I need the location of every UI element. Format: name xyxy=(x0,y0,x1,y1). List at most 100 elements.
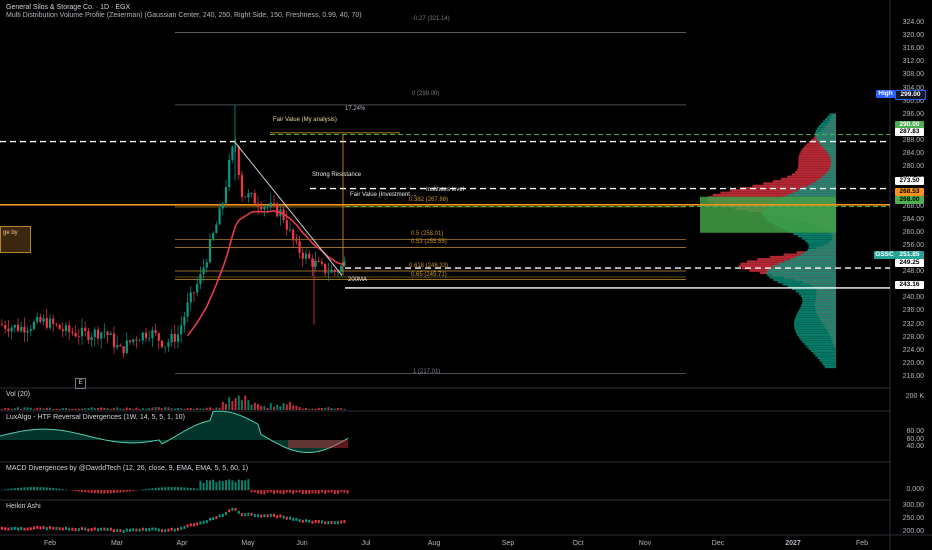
heikin-candle xyxy=(81,527,83,531)
symbol-tag: GSSC xyxy=(874,251,895,259)
heikin-candle xyxy=(148,528,151,532)
heikin-candle xyxy=(61,527,64,531)
heikin-candle xyxy=(234,507,237,511)
heikin-candle xyxy=(253,513,256,517)
candle-body xyxy=(192,292,196,294)
heikin-candle xyxy=(74,528,77,532)
volume-bar xyxy=(343,408,346,410)
volume-bar xyxy=(61,408,64,410)
candle-body xyxy=(112,333,116,348)
macd-bar xyxy=(333,490,336,494)
profile-bar-green xyxy=(798,336,836,339)
heikin-candle xyxy=(311,520,314,524)
time-axis-label: Aug xyxy=(427,540,441,547)
high-tag-value: 299.00 xyxy=(895,90,926,100)
macd-bar xyxy=(212,479,215,491)
ema-line xyxy=(186,210,345,337)
fibonacci-levels[interactable] xyxy=(175,32,686,375)
side-note-box[interactable]: ge by xyxy=(0,226,31,253)
heikin-candle xyxy=(250,512,253,516)
institutes-level-label[interactable]: Institutes level xyxy=(426,187,464,193)
profile-bar-green xyxy=(800,294,836,298)
volume-bar xyxy=(39,407,42,410)
heikin-candle xyxy=(93,527,96,531)
profile-bar-green xyxy=(773,265,836,268)
macd-pane-label[interactable]: MACD Divergences by @DavddTech (12, 26, … xyxy=(6,465,248,472)
level-273-tag: 273.50 xyxy=(895,177,924,185)
ma200-label[interactable]: 200MA xyxy=(348,277,367,283)
profile-bar-green xyxy=(802,301,836,304)
heikin-candle xyxy=(68,527,71,531)
heikin-candle xyxy=(119,529,122,533)
candle-body xyxy=(176,334,180,342)
luxalgo-pane-label[interactable]: LuxAlgo - HTF Reversal Divergences (1W, … xyxy=(6,414,185,421)
volume-bar xyxy=(212,408,215,410)
profile-bar-green xyxy=(796,313,836,316)
heikin-candle xyxy=(100,527,103,531)
profile-bar-green xyxy=(823,363,836,366)
candle-body xyxy=(224,187,228,204)
heikin-candle xyxy=(125,528,128,532)
volume-bar xyxy=(77,408,80,410)
macd-bar xyxy=(29,487,32,491)
heikin-candle xyxy=(343,520,346,524)
heikin-candle xyxy=(202,520,205,524)
macd-bar xyxy=(129,490,131,492)
macd-bar xyxy=(135,490,138,491)
volume-bar xyxy=(209,407,211,410)
strong-resistance-label[interactable]: Strong Resistance xyxy=(312,172,361,178)
macd-bar xyxy=(151,488,154,491)
earnings-marker[interactable]: E xyxy=(75,378,86,389)
candle-body xyxy=(29,329,32,331)
macd-bar xyxy=(260,490,263,495)
heikin-candle xyxy=(324,521,327,525)
heikin-axis-200: 200.00 xyxy=(902,528,924,535)
macd-bar xyxy=(109,490,112,494)
profile-bar-green xyxy=(830,157,836,160)
heikin-candle xyxy=(161,529,163,533)
profile-bar-green xyxy=(793,232,836,236)
price-axis-label: 236.00 xyxy=(902,307,924,315)
fair-value-mine-label[interactable]: Fair Value (My analysis) xyxy=(273,117,337,123)
heikin-pane-label[interactable]: Heikin Ashi xyxy=(6,503,41,510)
heikin-candle xyxy=(212,517,215,521)
volume-bar xyxy=(4,408,7,410)
volume-bar xyxy=(129,408,131,410)
indicator-title[interactable]: Multi Distribution Volume Profile (Zeiie… xyxy=(6,11,362,20)
heikin-candle xyxy=(13,526,16,530)
candle-body xyxy=(16,324,20,331)
fair-value-investment-label[interactable]: Fair Value (Investment ... xyxy=(350,192,417,198)
heikin-candle xyxy=(269,513,272,517)
candle-body xyxy=(42,318,45,322)
heikin-candle xyxy=(65,526,67,530)
profile-bar-green xyxy=(812,182,836,185)
heikin-candle xyxy=(29,527,32,531)
candle-body xyxy=(84,327,87,332)
fib-label-1: 1 (217.01) xyxy=(413,369,441,375)
price-axis-label: 220.00 xyxy=(902,359,924,367)
candle-body xyxy=(189,292,192,303)
chart-window[interactable]: General Silos & Storage Co. · 1D · EGX M… xyxy=(0,0,932,550)
candle-body xyxy=(199,274,202,285)
candle-body xyxy=(128,340,132,343)
volume-bar xyxy=(132,408,135,410)
profile-bar-green xyxy=(800,338,836,341)
heikin-candle xyxy=(221,513,224,517)
profile-bar-green xyxy=(802,340,836,343)
macd-bar xyxy=(113,490,115,493)
profile-bar-green xyxy=(808,244,836,247)
candle-body xyxy=(68,325,71,332)
heikin-candle xyxy=(113,529,115,533)
heikin-candle xyxy=(228,509,231,513)
level-268-53-tag: 268.53 xyxy=(895,188,924,196)
time-axis-label: Dec xyxy=(711,540,725,547)
heikin-candle xyxy=(189,523,192,527)
volume-bar xyxy=(33,408,35,410)
macd-bar xyxy=(77,490,80,492)
profile-bar-green xyxy=(808,347,836,350)
profile-bar-red xyxy=(798,159,836,162)
candle-body xyxy=(205,262,208,268)
volume-pane-label[interactable]: Vol (20) xyxy=(6,391,30,398)
candle-body xyxy=(256,203,260,207)
heikin-candle xyxy=(55,526,58,530)
